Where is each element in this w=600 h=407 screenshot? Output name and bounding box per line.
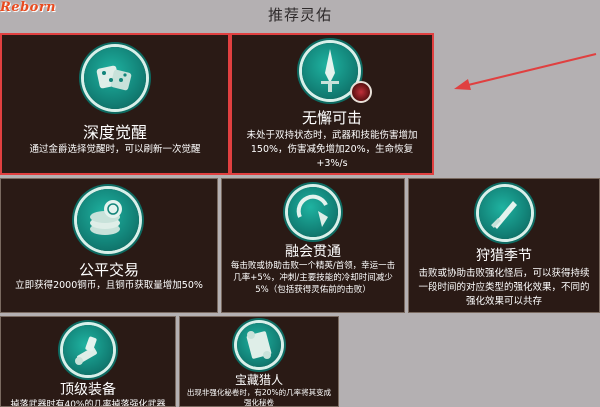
card-desc: 出现非强化秘卷时，有20%的几率将其变成强化秘卷 [186,388,332,407]
blessing-card-deep-awakening[interactable]: 深度觉醒 通过金爵选择觉醒时，可以刷新一次觉醒 [0,33,230,175]
dagger-icon [479,187,531,239]
coins-icon [77,189,139,251]
card-desc: 每击败或协助击败一个精英/首领，幸运一击几率+5%，冲刺/主要技能的冷却时间减少… [230,261,396,295]
card-name: 深度觉醒 [82,123,147,142]
sweep-icon [288,187,338,237]
card-name: 无懈可击 [301,109,362,127]
card-name: 融会贯通 [285,244,341,260]
card-desc: 击败或协助击败强化怪后，可以获得持续一段时间的对应类型的强化效果，不同的强化效果… [418,268,590,307]
card-name: 顶级装备 [60,382,116,398]
blessing-card-treasure-hunter[interactable]: 宝藏猎人 出现非强化秘卷时，有20%的几率将其变成强化秘卷 [179,316,339,407]
scroll-icon [237,323,281,367]
dice-icon [84,47,146,109]
gear-arm-icon [63,325,113,375]
card-name: 宝藏猎人 [234,373,283,387]
red-arrow-annotation [454,53,597,90]
blessing-card-hunting-season[interactable]: 狩猎季节 击败或协助击败强化怪后，可以获得持续一段时间的对应类型的强化效果，不同… [408,178,600,313]
card-name: 公平交易 [78,261,139,279]
card-desc: 通过金爵选择觉醒时，可以刷新一次觉醒 [29,144,201,155]
blessing-card-invincible[interactable]: 无懈可击 未处于双持状态时，武器和技能伤害增加150%，伤害减免增加20%，生命… [230,33,434,175]
blessing-card-fair-trade[interactable]: 公平交易 立即获得2000铜币，且铜币获取量增加50% [0,178,218,313]
card-desc: 立即获得2000铜币，且铜币获取量增加50% [15,280,203,291]
card-name: 狩猎季节 [476,248,532,264]
card-desc: 未处于双持状态时，武器和技能伤害增加150%，伤害减免增加20%，生命恢复+3%… [246,130,418,169]
element-badge-icon [350,81,372,103]
page-title: 推荐灵佑 [267,6,332,24]
blessing-card-top-equipment[interactable]: 顶级装备 掉落武器时有40%的几率掉落强化武器 [0,316,176,407]
card-desc: 掉落武器时有40%的几率掉落强化武器 [10,400,166,407]
blessing-card-mastery[interactable]: 融会贯通 每击败或协助击败一个精英/首领，幸运一击几率+5%，冲刺/主要技能的冷… [221,178,405,313]
